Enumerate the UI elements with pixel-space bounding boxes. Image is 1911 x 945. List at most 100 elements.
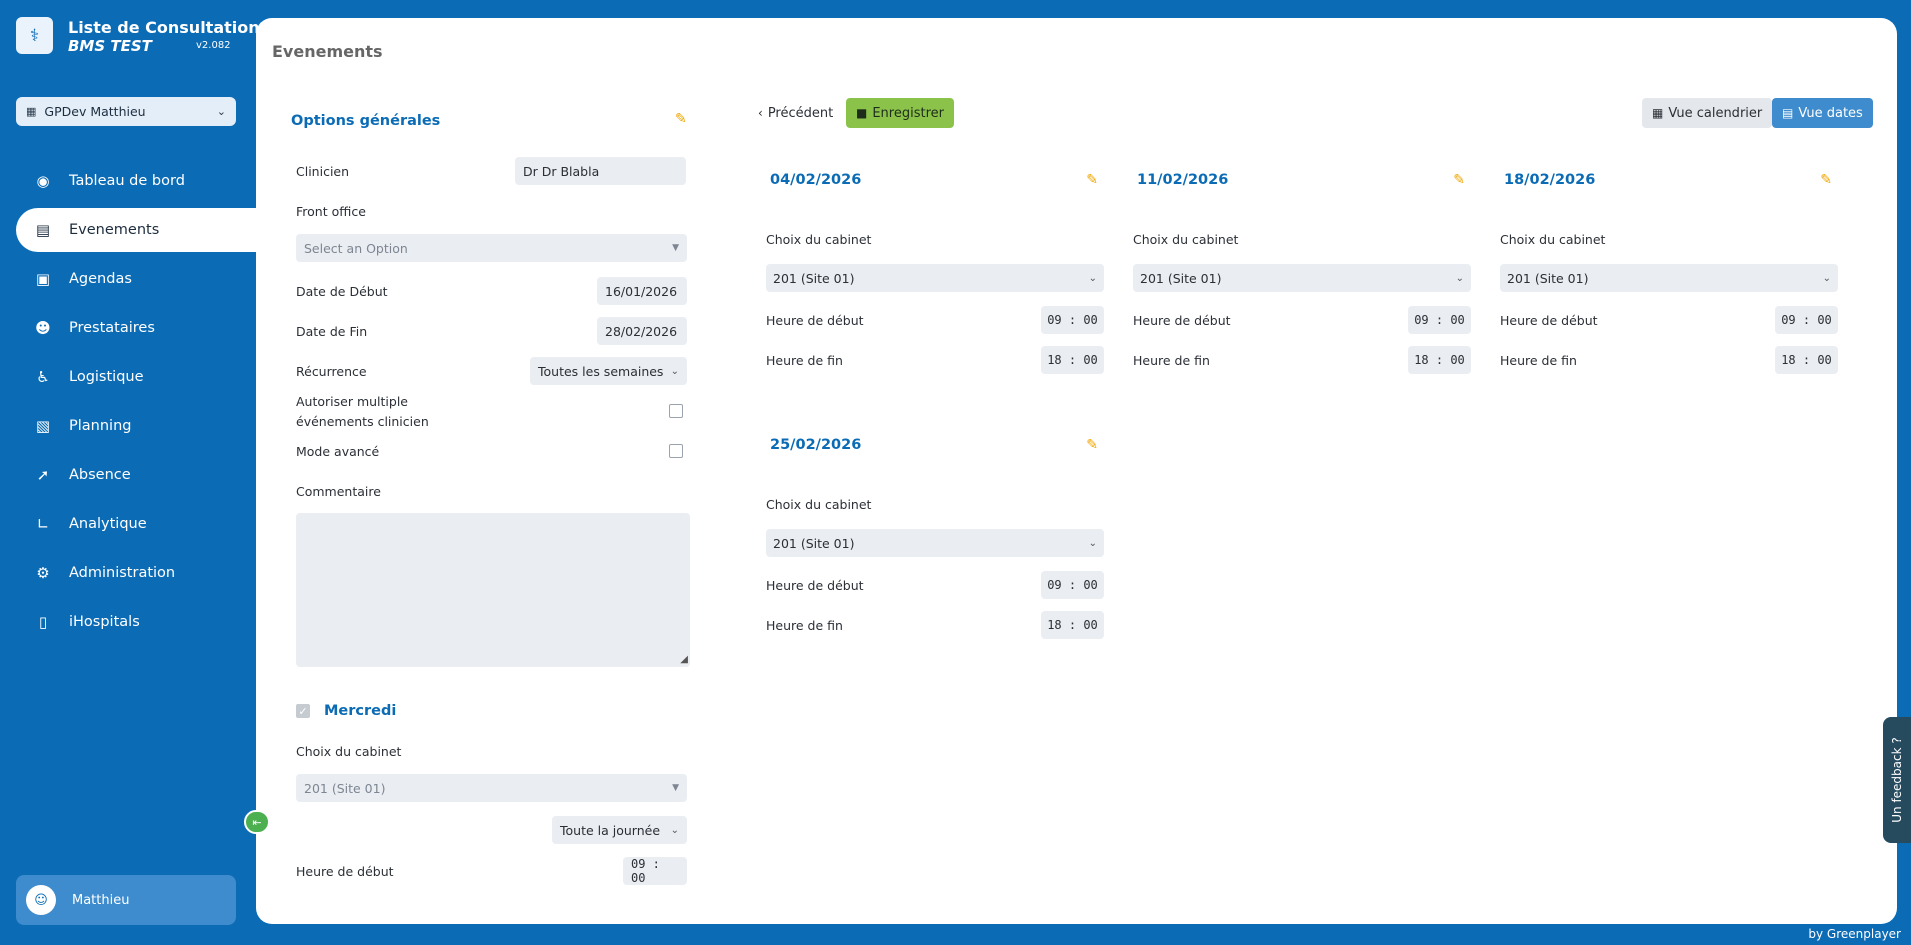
dates-view-button[interactable]: ▤ Vue dates xyxy=(1772,98,1873,128)
card-start-time[interactable]: 09 : 00 xyxy=(1041,571,1104,599)
calendar-icon: ▤ xyxy=(35,221,51,239)
sidebar-item-label: Tableau de bord xyxy=(69,173,185,189)
feedback-label: Un feedback ? xyxy=(1890,737,1905,823)
multi-events-label-line1: Autoriser multiple xyxy=(296,394,408,409)
mercredi-checkbox[interactable]: ✓ xyxy=(296,704,310,718)
sidebar-item-label: Planning xyxy=(69,418,132,434)
save-button[interactable]: ■ Enregistrer xyxy=(846,98,954,128)
sidebar-item-logistique[interactable]: ♿ Logistique xyxy=(16,355,256,399)
collapse-sidebar-button[interactable]: ⇤ xyxy=(244,810,270,834)
chevron-down-icon: ⌄ xyxy=(1822,272,1831,284)
chevron-down-icon: ⌄ xyxy=(1088,537,1097,549)
sidebar-item-tableau-de-bord[interactable]: ◉ Tableau de bord xyxy=(16,159,256,203)
save-label: Enregistrer xyxy=(872,105,944,121)
recurrence-select[interactable]: Toutes les semaines ⌄ xyxy=(530,357,687,385)
sidebar-item-label: Agendas xyxy=(69,271,132,287)
commentaire-textarea[interactable]: ◢ xyxy=(296,513,690,667)
mercredi-cabinet-label: Choix du cabinet xyxy=(296,744,402,759)
edit-options-pencil-icon[interactable]: ✎ xyxy=(675,111,687,127)
sidebar-item-prestataires[interactable]: ☻ Prestataires xyxy=(16,306,256,350)
site-select[interactable]: ▦ GPDev Matthieu ⌄ xyxy=(16,97,236,126)
chevron-down-icon: ⌄ xyxy=(1455,272,1464,284)
card-cabinet-label: Choix du cabinet xyxy=(766,497,872,512)
mercredi-cabinet-value: 201 (Site 01) xyxy=(304,780,386,796)
user-menu[interactable]: ☺ Matthieu xyxy=(16,875,236,925)
card-cabinet-select[interactable]: 201 (Site 01) ⌄ xyxy=(766,529,1104,557)
card-start-label: Heure de début xyxy=(766,313,864,328)
edit-pencil-icon[interactable]: ✎ xyxy=(1820,172,1832,188)
agenda-icon: ▣ xyxy=(35,270,51,288)
app-version: v2.082 xyxy=(196,40,231,51)
mercredi-period-select[interactable]: Toute la journée ⌄ xyxy=(552,816,687,844)
mercredi-heure-debut-field[interactable]: 09 : 00 xyxy=(623,857,687,885)
card-end-time[interactable]: 18 : 00 xyxy=(1408,346,1471,374)
previous-label: Précédent xyxy=(767,105,834,121)
card-cabinet-value: 201 (Site 01) xyxy=(1140,270,1222,286)
caret-down-icon: ▼ xyxy=(672,783,679,793)
clinicien-field[interactable]: Dr Dr Blabla xyxy=(515,157,686,185)
edit-pencil-icon[interactable]: ✎ xyxy=(1086,172,1098,188)
card-start-time[interactable]: 09 : 00 xyxy=(1775,306,1838,334)
mercredi-heure-debut-label: Heure de début xyxy=(296,864,394,879)
calendar-view-label: Vue calendrier xyxy=(1668,105,1763,121)
card-cabinet-select[interactable]: 201 (Site 01) ⌄ xyxy=(1133,264,1471,292)
edit-pencil-icon[interactable]: ✎ xyxy=(1453,172,1465,188)
sidebar-item-ihospitals[interactable]: ▯ iHospitals xyxy=(16,600,256,644)
calendar-view-button[interactable]: ▦ Vue calendrier xyxy=(1642,98,1773,128)
user-icon: ☻ xyxy=(35,319,51,337)
grid-icon: ▦ xyxy=(26,105,37,118)
recurrence-value: Toutes les semaines xyxy=(538,363,664,379)
sidebar-item-administration[interactable]: ⚙ Administration xyxy=(16,551,256,595)
sidebar-item-planning[interactable]: ▧ Planning xyxy=(16,404,256,448)
card-end-time[interactable]: 18 : 00 xyxy=(1041,611,1104,639)
floppy-disk-icon: ■ xyxy=(856,106,868,120)
mode-avance-checkbox[interactable] xyxy=(669,444,683,458)
user-name: Matthieu xyxy=(72,892,130,908)
dates-view-label: Vue dates xyxy=(1798,105,1863,121)
card-start-time[interactable]: 09 : 00 xyxy=(1408,306,1471,334)
card-cabinet-value: 201 (Site 01) xyxy=(1507,270,1589,286)
card-date: 25/02/2026 xyxy=(770,437,862,453)
sidebar-item-analytique[interactable]: ∟ Analytique xyxy=(16,502,256,546)
previous-button[interactable]: ‹ Précédent xyxy=(754,98,837,128)
sidebar-item-label: Logistique xyxy=(69,369,144,385)
card-end-label: Heure de fin xyxy=(1133,353,1210,368)
commentaire-label: Commentaire xyxy=(296,484,381,499)
card-start-time[interactable]: 09 : 00 xyxy=(1041,306,1104,334)
avatar: ☺ xyxy=(26,885,56,915)
resize-handle-icon[interactable]: ◢ xyxy=(680,654,688,665)
calendar-icon: ▦ xyxy=(1652,106,1664,120)
card-date: 11/02/2026 xyxy=(1137,172,1229,188)
card-cabinet-select[interactable]: 201 (Site 01) ⌄ xyxy=(1500,264,1838,292)
front-office-label: Front office xyxy=(296,204,366,219)
sidebar-item-agendas[interactable]: ▣ Agendas xyxy=(16,257,256,301)
sidebar-item-evenements[interactable]: ▤ Evenements xyxy=(16,208,256,252)
sidebar-item-label: Absence xyxy=(69,467,131,483)
card-end-time[interactable]: 18 : 00 xyxy=(1041,346,1104,374)
mercredi-cabinet-select[interactable]: 201 (Site 01) ▼ xyxy=(296,774,687,802)
date-fin-field[interactable]: 28/02/2026 xyxy=(597,317,687,345)
sidebar-item-absence[interactable]: ➚ Absence xyxy=(16,453,256,497)
edit-pencil-icon[interactable]: ✎ xyxy=(1086,437,1098,453)
card-cabinet-select[interactable]: 201 (Site 01) ⌄ xyxy=(766,264,1104,292)
sidebar-item-label: Evenements xyxy=(69,222,160,238)
card-end-label: Heure de fin xyxy=(766,618,843,633)
absence-icon: ➚ xyxy=(36,466,50,484)
feedback-tab[interactable]: Un feedback ? xyxy=(1883,717,1911,843)
date-card: 11/02/2026 ✎ Choix du cabinet 201 (Site … xyxy=(1133,172,1471,374)
card-start-label: Heure de début xyxy=(1500,313,1598,328)
date-fin-label: Date de Fin xyxy=(296,324,368,339)
card-end-time[interactable]: 18 : 00 xyxy=(1775,346,1838,374)
card-start-label: Heure de début xyxy=(1133,313,1231,328)
card-end-label: Heure de fin xyxy=(1500,353,1577,368)
app-subtitle: BMS TEST xyxy=(68,37,152,55)
card-date: 18/02/2026 xyxy=(1504,172,1596,188)
multi-events-checkbox[interactable] xyxy=(669,404,683,418)
front-office-select[interactable]: Select an Option ▼ xyxy=(296,234,687,262)
mercredi-period-value: Toute la journée xyxy=(560,822,661,838)
multi-events-label-line2: événements clinicien xyxy=(296,414,429,429)
date-debut-field[interactable]: 16/01/2026 xyxy=(597,277,687,305)
footer-byline: by Greenplayer xyxy=(1808,927,1901,941)
hospital-icon: ▯ xyxy=(38,613,48,631)
card-cabinet-label: Choix du cabinet xyxy=(766,232,872,247)
